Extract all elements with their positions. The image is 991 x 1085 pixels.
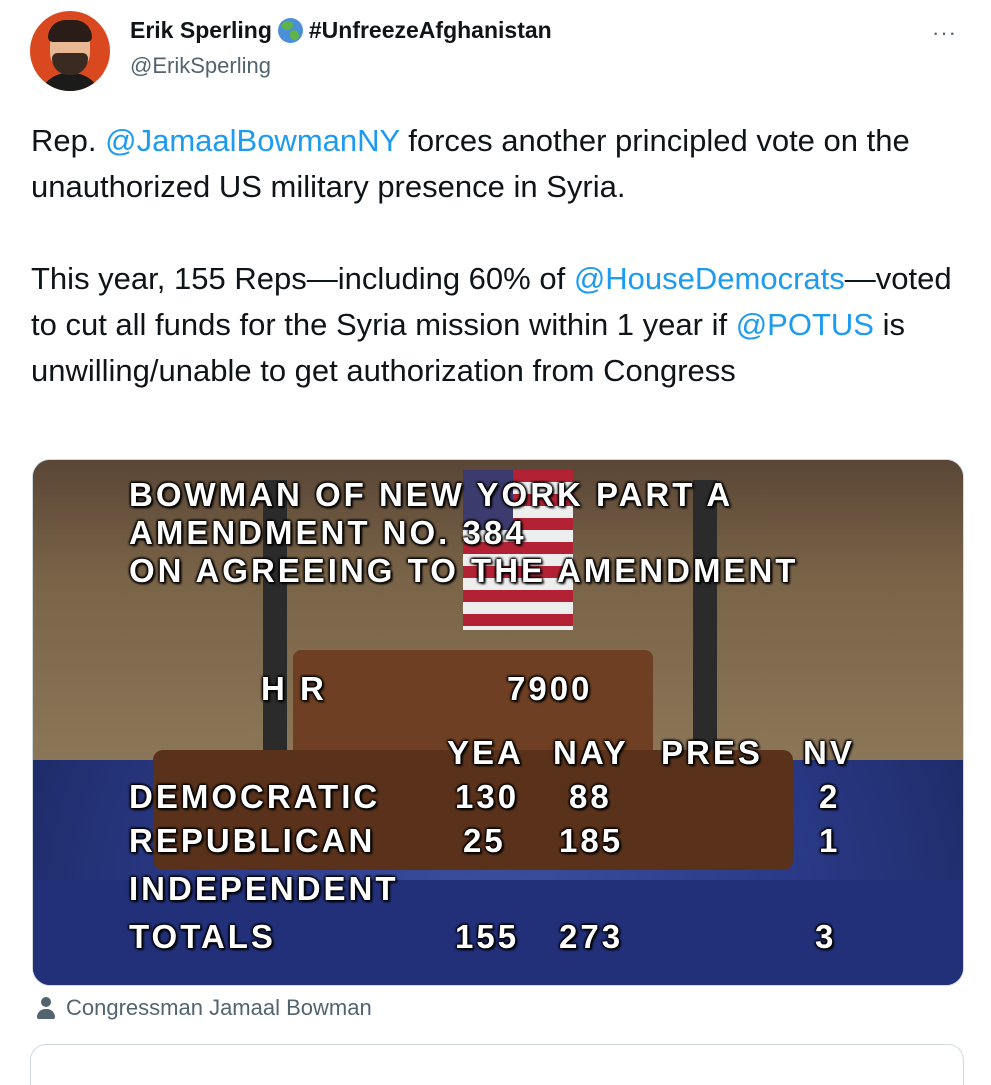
tweet-text: Rep. @JamaalBowmanNY forces another prin… bbox=[31, 118, 971, 394]
row-nv: 2 bbox=[819, 778, 841, 815]
row-party: REPUBLICAN bbox=[129, 822, 376, 859]
author-avatar[interactable] bbox=[30, 11, 110, 91]
chamber-column bbox=[693, 480, 717, 760]
row-nay: 273 bbox=[559, 918, 624, 955]
author-name[interactable]: Erik Sperling bbox=[130, 17, 272, 44]
tweet-text-part: This year, 155 Reps—including 60% of bbox=[31, 261, 574, 296]
more-options-icon[interactable]: ··· bbox=[932, 20, 957, 46]
mention-link[interactable]: @HouseDemocrats bbox=[574, 261, 845, 296]
embedded-card-edge[interactable] bbox=[30, 1044, 964, 1085]
media-attribution-text[interactable]: Congressman Jamaal Bowman bbox=[66, 995, 372, 1021]
row-yea: 155 bbox=[455, 918, 520, 955]
row-yea: 25 bbox=[463, 822, 506, 859]
row-party: TOTALS bbox=[129, 918, 276, 955]
bill-label: H R bbox=[261, 670, 327, 707]
bill-number: 7900 bbox=[507, 670, 593, 707]
author-handle[interactable]: @ErikSperling bbox=[130, 53, 271, 79]
row-nay: 88 bbox=[569, 778, 612, 815]
row-party: DEMOCRATIC bbox=[129, 778, 381, 815]
media-attribution[interactable]: Congressman Jamaal Bowman bbox=[36, 995, 372, 1021]
globe-icon bbox=[277, 18, 303, 43]
column-header-nay: NAY bbox=[553, 734, 629, 771]
tweet-text-part: Rep. bbox=[31, 123, 106, 158]
row-nv: 1 bbox=[819, 822, 841, 859]
row-yea: 130 bbox=[455, 778, 520, 815]
author-hashtag[interactable]: #UnfreezeAfghanistan bbox=[309, 17, 552, 44]
vote-title-line2: AMENDMENT NO. 384 bbox=[129, 514, 527, 551]
row-party: INDEPENDENT bbox=[129, 870, 399, 907]
vote-title-line3: ON AGREEING TO THE AMENDMENT bbox=[129, 552, 799, 589]
row-nv: 3 bbox=[815, 918, 837, 955]
mention-link[interactable]: @JamaalBowmanNY bbox=[105, 123, 400, 158]
author-name-row[interactable]: Erik Sperling #UnfreezeAfghanistan bbox=[130, 17, 552, 44]
tweet-media-image[interactable]: BOWMAN OF NEW YORK PART A AMENDMENT NO. … bbox=[32, 459, 964, 986]
column-header-nv: NV bbox=[803, 734, 855, 771]
column-header-pres: PRES bbox=[661, 734, 763, 771]
vote-title-line1: BOWMAN OF NEW YORK PART A bbox=[129, 476, 734, 513]
person-icon bbox=[36, 996, 56, 1020]
row-nay: 185 bbox=[559, 822, 624, 859]
mention-link[interactable]: @POTUS bbox=[736, 307, 874, 342]
column-header-yea: YEA bbox=[447, 734, 524, 771]
